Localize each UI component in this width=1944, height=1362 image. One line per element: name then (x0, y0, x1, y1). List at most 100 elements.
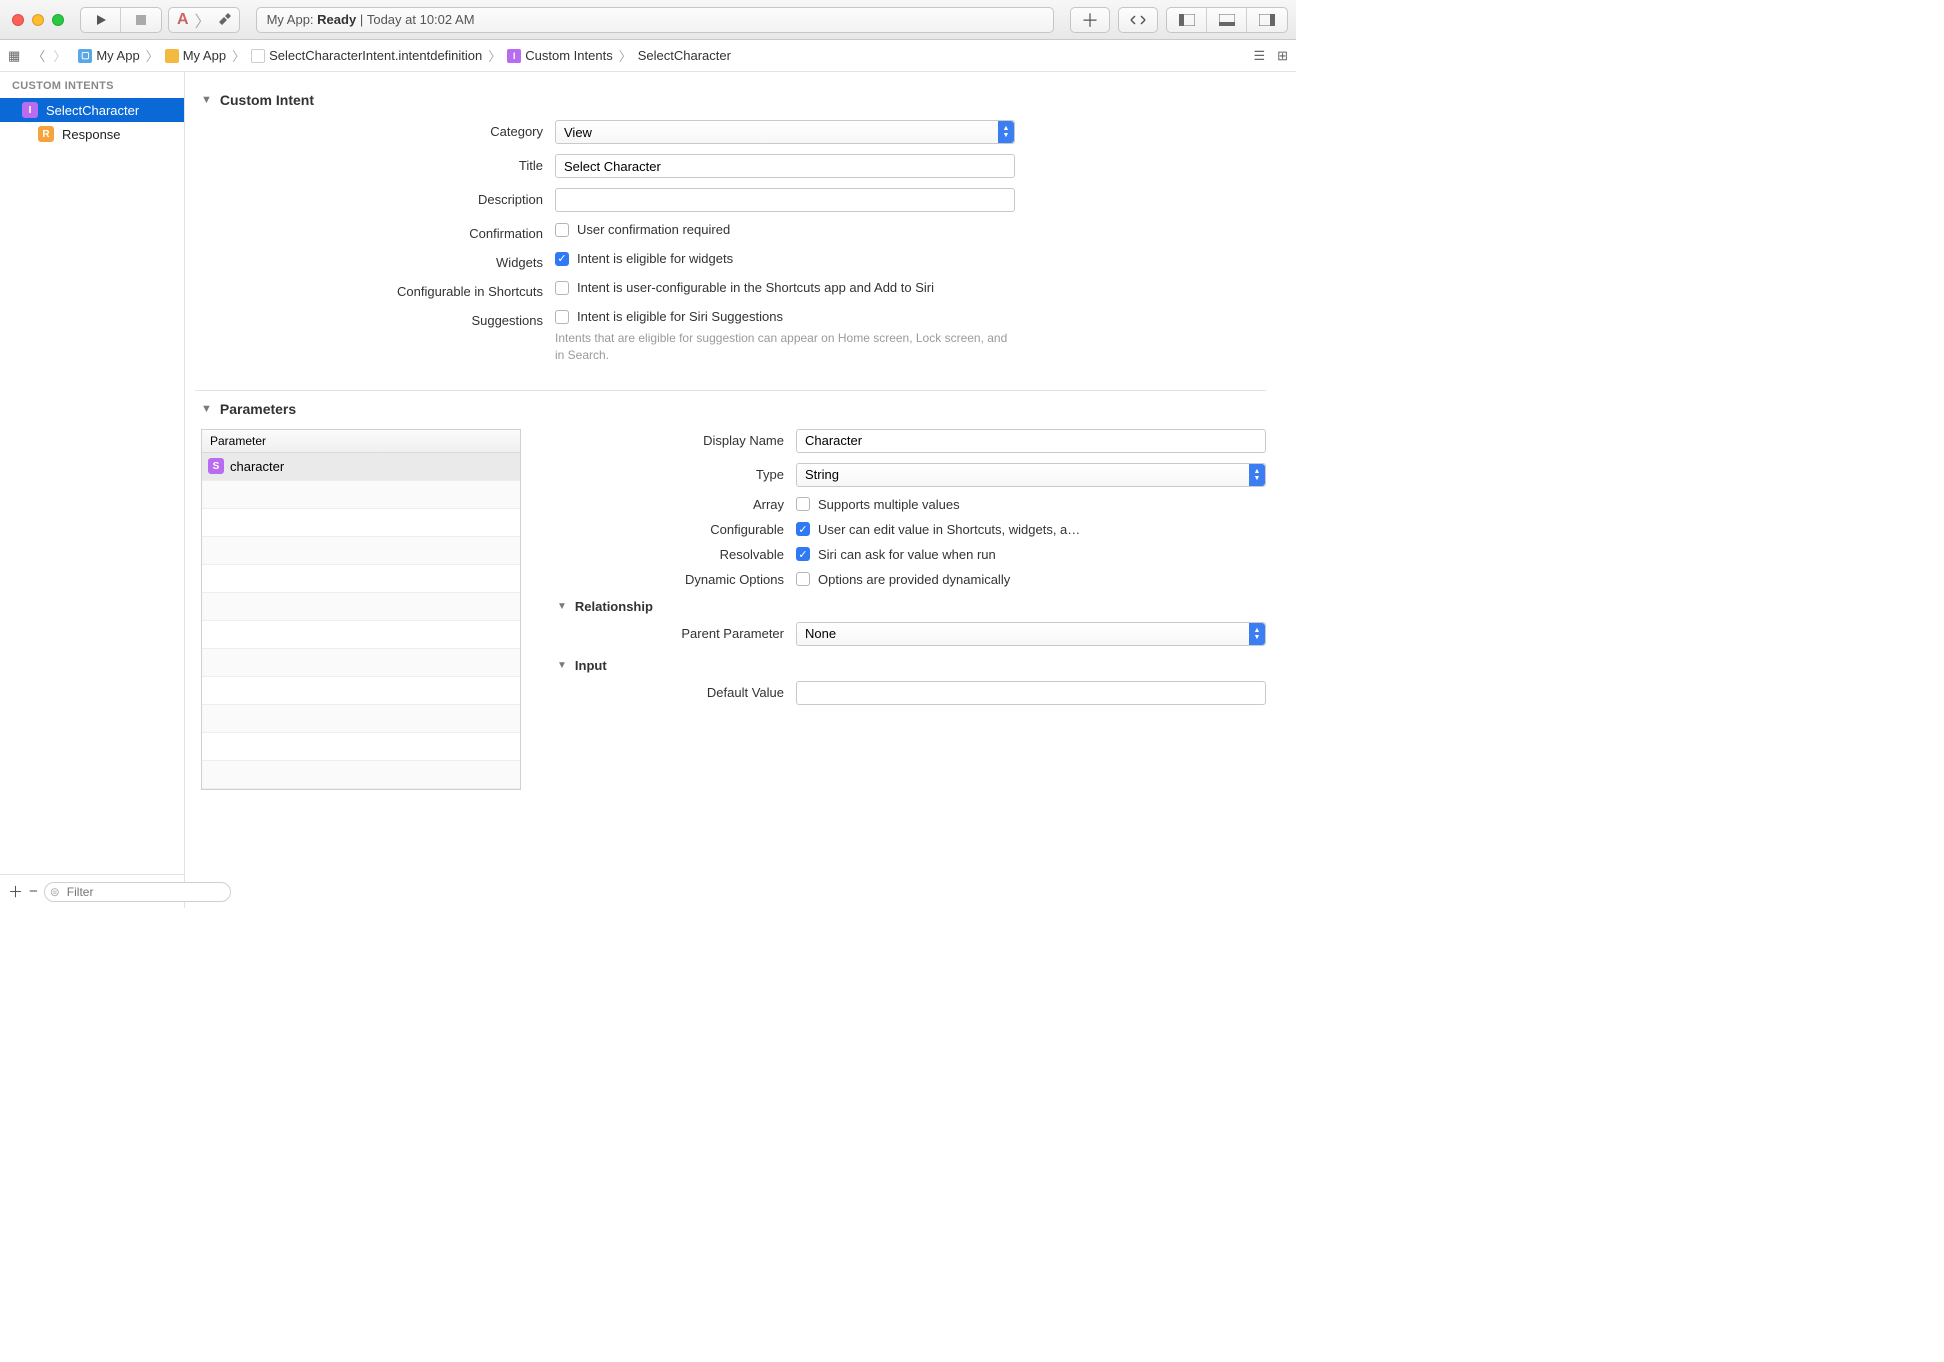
app-icon: A (177, 11, 189, 29)
related-items-icon[interactable]: ▦ (8, 48, 20, 64)
sidebar-footer: ＋ − ⊜ (0, 874, 184, 908)
run-button[interactable] (81, 8, 121, 32)
suggestions-hint: Intents that are eligible for suggestion… (555, 330, 1015, 364)
outline-icon[interactable]: ☰ (1253, 48, 1265, 64)
widgets-checkbox[interactable]: ✓ (555, 252, 569, 266)
disclosure-triangle-icon: ▼ (557, 601, 567, 612)
activity-status: My App: Ready | Today at 10:02 AM (256, 7, 1054, 33)
disclosure-triangle-icon: ▼ (201, 403, 212, 415)
section-header-parameters[interactable]: ▼ Parameters (195, 401, 1266, 417)
parameter-row-empty[interactable] (202, 733, 520, 761)
label-title: Title (195, 154, 555, 173)
default-value-input[interactable] (796, 681, 1266, 705)
response-icon: R (38, 126, 54, 142)
description-input[interactable] (555, 188, 1015, 212)
label-confirmation: Confirmation (195, 222, 555, 241)
filter-icon: ⊜ (50, 885, 60, 899)
disclosure-triangle-icon: ▼ (201, 94, 212, 106)
minimize-window-button[interactable] (32, 14, 44, 26)
array-checkbox-label: Supports multiple values (818, 497, 960, 512)
label-description: Description (195, 188, 555, 207)
close-window-button[interactable] (12, 14, 24, 26)
label-suggestions: Suggestions (195, 309, 555, 328)
window-titlebar: A 〉 My App: Ready | Today at 10:02 AM ＋ (0, 0, 1296, 40)
disclosure-triangle-icon: ▼ (557, 660, 567, 671)
shortcuts-checkbox[interactable] (555, 281, 569, 295)
remove-intent-button[interactable]: − (29, 883, 38, 900)
forward-button[interactable]: 〉 (53, 46, 66, 65)
intents-sidebar: CUSTOM INTENTS I SelectCharacter R Respo… (0, 72, 185, 908)
section-parameters: ▼ Parameters Parameter S character (195, 391, 1266, 806)
dynamic-options-checkbox[interactable] (796, 572, 810, 586)
subsection-relationship[interactable]: ▼ Relationship (551, 599, 1266, 614)
parameter-row-empty[interactable] (202, 481, 520, 509)
title-input[interactable] (555, 154, 1015, 178)
zoom-window-button[interactable] (52, 14, 64, 26)
confirmation-checkbox-label: User confirmation required (577, 222, 730, 237)
back-button[interactable]: 〈 (32, 46, 45, 65)
add-button[interactable]: ＋ (1070, 7, 1110, 33)
stop-button[interactable] (121, 8, 161, 32)
sidebar-item-response[interactable]: R Response (0, 122, 184, 146)
subsection-input[interactable]: ▼ Input (551, 658, 1266, 673)
intent-icon: I (22, 102, 38, 118)
parameter-row-empty[interactable] (202, 649, 520, 677)
parameter-row-empty[interactable] (202, 537, 520, 565)
configurable-checkbox[interactable]: ✓ (796, 522, 810, 536)
parameter-row-empty[interactable] (202, 705, 520, 733)
run-stop-group (80, 7, 162, 33)
parameter-row-empty[interactable] (202, 677, 520, 705)
display-name-input[interactable] (796, 429, 1266, 453)
type-select[interactable]: String ▲▼ (796, 463, 1266, 487)
label-default-value: Default Value (551, 685, 796, 700)
parameter-row-empty[interactable] (202, 509, 520, 537)
breadcrumb-item[interactable]: My App (183, 48, 226, 63)
label-display-name: Display Name (551, 433, 796, 448)
label-shortcuts: Configurable in Shortcuts (195, 280, 555, 299)
sidebar-item-selectcharacter[interactable]: I SelectCharacter (0, 98, 184, 122)
parameter-row[interactable]: S character (202, 453, 520, 481)
label-type: Type (551, 467, 796, 482)
breadcrumb-item[interactable]: SelectCharacterIntent.intentdefinition (269, 48, 482, 63)
scheme-group[interactable]: A 〉 (168, 7, 240, 33)
suggestions-checkbox[interactable] (555, 310, 569, 324)
label-parent-parameter: Parent Parameter (551, 626, 796, 641)
configurable-checkbox-label: User can edit value in Shortcuts, widget… (818, 522, 1080, 537)
toggle-right-panel-button[interactable] (1247, 8, 1287, 32)
toggle-bottom-panel-button[interactable] (1207, 8, 1247, 32)
breadcrumb-item[interactable]: My App (96, 48, 139, 63)
code-review-button[interactable] (1118, 7, 1158, 33)
parameter-name: character (230, 459, 284, 474)
parameter-row-empty[interactable] (202, 621, 520, 649)
breadcrumb-item[interactable]: Custom Intents (525, 48, 612, 63)
editor-content: ▼ Custom Intent Category View ▲▼ Title (185, 72, 1296, 908)
label-configurable: Configurable (551, 522, 796, 537)
parameter-row-empty[interactable] (202, 761, 520, 789)
suggestions-checkbox-label: Intent is eligible for Siri Suggestions (577, 309, 783, 324)
section-header-custom-intent[interactable]: ▼ Custom Intent (195, 92, 1266, 108)
window-controls (12, 14, 64, 26)
add-intent-button[interactable]: ＋ (8, 881, 23, 902)
label-widgets: Widgets (195, 251, 555, 270)
sidebar-item-label: Response (62, 127, 121, 142)
resolvable-checkbox-label: Siri can ask for value when run (818, 547, 996, 562)
project-icon: ▢ (78, 49, 92, 63)
sidebar-filter-input[interactable] (44, 882, 231, 902)
parameters-column-header[interactable]: Parameter (202, 430, 520, 453)
category-select[interactable]: View ▲▼ (555, 120, 1015, 144)
add-editor-icon[interactable]: ⊞ (1277, 48, 1288, 64)
parent-parameter-select[interactable]: None ▲▼ (796, 622, 1266, 646)
resolvable-checkbox[interactable]: ✓ (796, 547, 810, 561)
intent-icon: I (507, 49, 521, 63)
folder-icon (165, 49, 179, 63)
parameter-row-empty[interactable] (202, 593, 520, 621)
breadcrumb-item[interactable]: SelectCharacter (638, 48, 731, 63)
dynamic-options-checkbox-label: Options are provided dynamically (818, 572, 1010, 587)
toggle-left-panel-button[interactable] (1167, 8, 1207, 32)
label-dynamic-options: Dynamic Options (551, 572, 796, 587)
parameter-row-empty[interactable] (202, 565, 520, 593)
document-icon: ◉ (251, 49, 265, 63)
array-checkbox[interactable] (796, 497, 810, 511)
select-stepper-icon: ▲▼ (998, 121, 1014, 143)
confirmation-checkbox[interactable] (555, 223, 569, 237)
